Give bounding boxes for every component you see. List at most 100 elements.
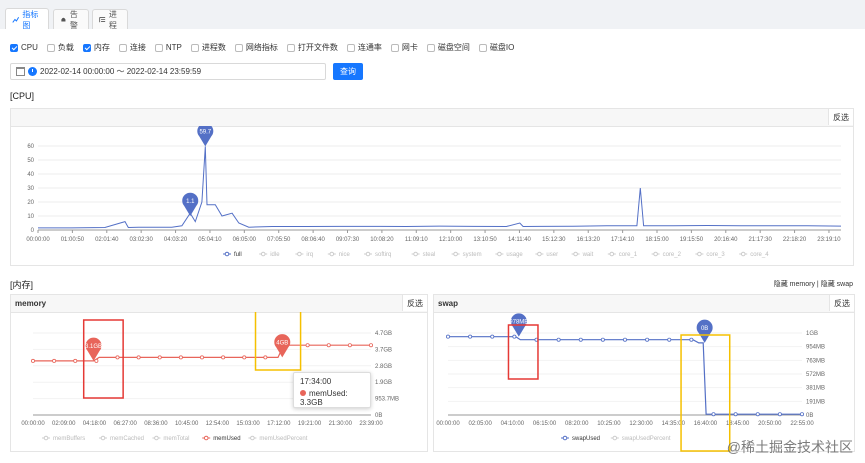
checkbox-9[interactable]: 网卡 <box>390 42 418 53</box>
metric-checkboxes: CPU 负载 内存 连接 NTP 进程数 网络指标 打开文件数 连通率 网卡 磁盘空间 磁盘IO <box>10 42 521 53</box>
legend-item-irq: irq <box>306 252 313 258</box>
checkbox-box[interactable] <box>234 43 243 52</box>
data-point <box>799 412 804 417</box>
checkbox-label: 打开文件数 <box>297 43 338 52</box>
hide-memory-link[interactable]: 隐藏 memory <box>774 281 815 288</box>
tab-alerts[interactable]: 告警 <box>53 9 89 30</box>
calendar-icon <box>16 67 25 76</box>
checkbox-box[interactable] <box>346 43 355 52</box>
y-tick-label: 191MB <box>806 399 825 405</box>
hide-swap-link[interactable]: 隐藏 swap <box>821 281 853 288</box>
checkbox-box[interactable] <box>286 43 295 52</box>
data-point <box>600 337 605 342</box>
data-point <box>30 358 35 363</box>
checkbox-box[interactable] <box>154 43 163 52</box>
legend-swatch-dot <box>697 251 702 257</box>
x-tick-label: 02:05:00 <box>469 421 493 427</box>
checkbox-5[interactable]: 进程数 <box>190 42 226 53</box>
x-tick-label: 04:18:00 <box>83 421 107 427</box>
legend-swatch-dot <box>250 435 255 441</box>
y-tick-label: 50 <box>27 158 34 164</box>
data-point <box>512 334 517 339</box>
legend-item-full: full <box>234 252 242 258</box>
tab-label: 进程 <box>108 9 117 30</box>
y-tick-label: 0B <box>375 413 382 419</box>
y-tick-label: 953.7MB <box>375 397 399 403</box>
x-tick-label: 10:25:00 <box>597 421 621 427</box>
tab-metrics[interactable]: 指标图 <box>5 8 49 30</box>
checkbox-11[interactable]: 磁盘IO <box>478 42 514 53</box>
x-tick-label: 20:50:00 <box>758 421 782 427</box>
checkbox-1[interactable]: 负载 <box>46 42 74 53</box>
x-tick-label: 20:16:40 <box>714 237 738 243</box>
legend-item-steal: steal <box>423 252 436 258</box>
y-tick-label: 763MB <box>806 358 825 364</box>
checkbox-6[interactable]: 网络指标 <box>234 42 278 53</box>
checkbox-label: 网络指标 <box>245 43 278 52</box>
invert-selection-button[interactable]: 反选 <box>829 295 854 311</box>
x-tick-label: 15:12:30 <box>542 237 566 243</box>
x-tick-label: 08:20:00 <box>565 421 589 427</box>
x-tick-label: 21:17:30 <box>748 237 772 243</box>
checkbox-0[interactable]: CPU <box>10 43 38 52</box>
checkbox-box[interactable] <box>10 43 18 52</box>
data-point <box>157 355 162 360</box>
legend-item-core_1: core_1 <box>619 252 638 258</box>
y-tick-label: 30 <box>27 186 34 192</box>
mem-svg-0-marker-label: 3.1GB <box>85 344 102 350</box>
y-tick-label: 1GB <box>806 331 818 337</box>
legend-swatch-dot <box>653 251 658 257</box>
section-memory: [内存] <box>10 280 34 290</box>
cpu-chart-card: 反选 60 50 40 30 20 10 0 00:00:00 01:00:50 02:01:40… <box>10 108 854 266</box>
tooltip-value: memUsed: 3.3GB <box>300 389 348 407</box>
invert-selection-button[interactable]: 反选 <box>402 295 427 311</box>
y-tick-label: 10 <box>27 214 34 220</box>
watermark: @稀土掘金技术社区 <box>726 439 853 455</box>
checkbox-box[interactable] <box>426 43 435 52</box>
x-tick-label: 18:15:00 <box>645 237 669 243</box>
x-tick-label: 08:06:40 <box>301 237 325 243</box>
legend-item-core_2: core_2 <box>663 252 682 258</box>
invert-selection-button[interactable]: 反选 <box>828 109 853 125</box>
checkbox-label: 网卡 <box>401 43 418 52</box>
checkbox-box[interactable] <box>118 43 127 52</box>
checkbox-label: 连通率 <box>357 43 382 52</box>
data-point <box>368 343 373 348</box>
data-point <box>178 355 183 360</box>
data-point <box>263 355 268 360</box>
data-point <box>221 355 226 360</box>
legend-swatch-dot <box>260 251 266 257</box>
y-tick-label: 381MB <box>806 386 825 392</box>
separator: | <box>816 281 819 288</box>
checkbox-label: 负载 <box>57 43 74 52</box>
checkbox-box[interactable] <box>82 43 91 52</box>
checkbox-7[interactable]: 打开文件数 <box>286 42 338 53</box>
legend-swatch-dot <box>609 251 615 257</box>
checkbox-box[interactable] <box>478 43 487 52</box>
checkbox-box[interactable] <box>190 43 199 52</box>
checkbox-label: 进程数 <box>201 43 226 52</box>
data-point <box>556 337 561 342</box>
checkbox-4[interactable]: NTP <box>154 43 182 52</box>
data-point <box>347 343 352 348</box>
x-tick-label: 12:30:00 <box>629 421 653 427</box>
data-point <box>326 343 331 348</box>
x-tick-label: 04:03:20 <box>164 237 188 243</box>
tab-label: 指标图 <box>22 9 39 30</box>
x-tick-label: 13:10:50 <box>473 237 497 243</box>
checkbox-10[interactable]: 磁盘空间 <box>426 42 470 53</box>
legend-swatch-dot <box>100 435 106 441</box>
date-range-picker[interactable]: 2022-02-14 00:00:00 ～ 2022-02-14 23:59:5… <box>10 63 326 80</box>
data-point <box>468 334 473 339</box>
checkbox-box[interactable] <box>46 43 55 52</box>
data-point <box>136 355 141 360</box>
checkbox-3[interactable]: 连接 <box>118 42 146 53</box>
tab-process[interactable]: 进程 <box>92 9 128 30</box>
query-button[interactable]: 查询 <box>333 63 363 80</box>
checkbox-8[interactable]: 连通率 <box>346 42 382 53</box>
x-tick-label: 09:07:30 <box>336 237 360 243</box>
checkbox-2[interactable]: 内存 <box>82 42 110 53</box>
checkbox-box[interactable] <box>390 43 399 52</box>
y-tick-label: 20 <box>27 200 34 206</box>
legend-item-system: system <box>463 252 482 258</box>
